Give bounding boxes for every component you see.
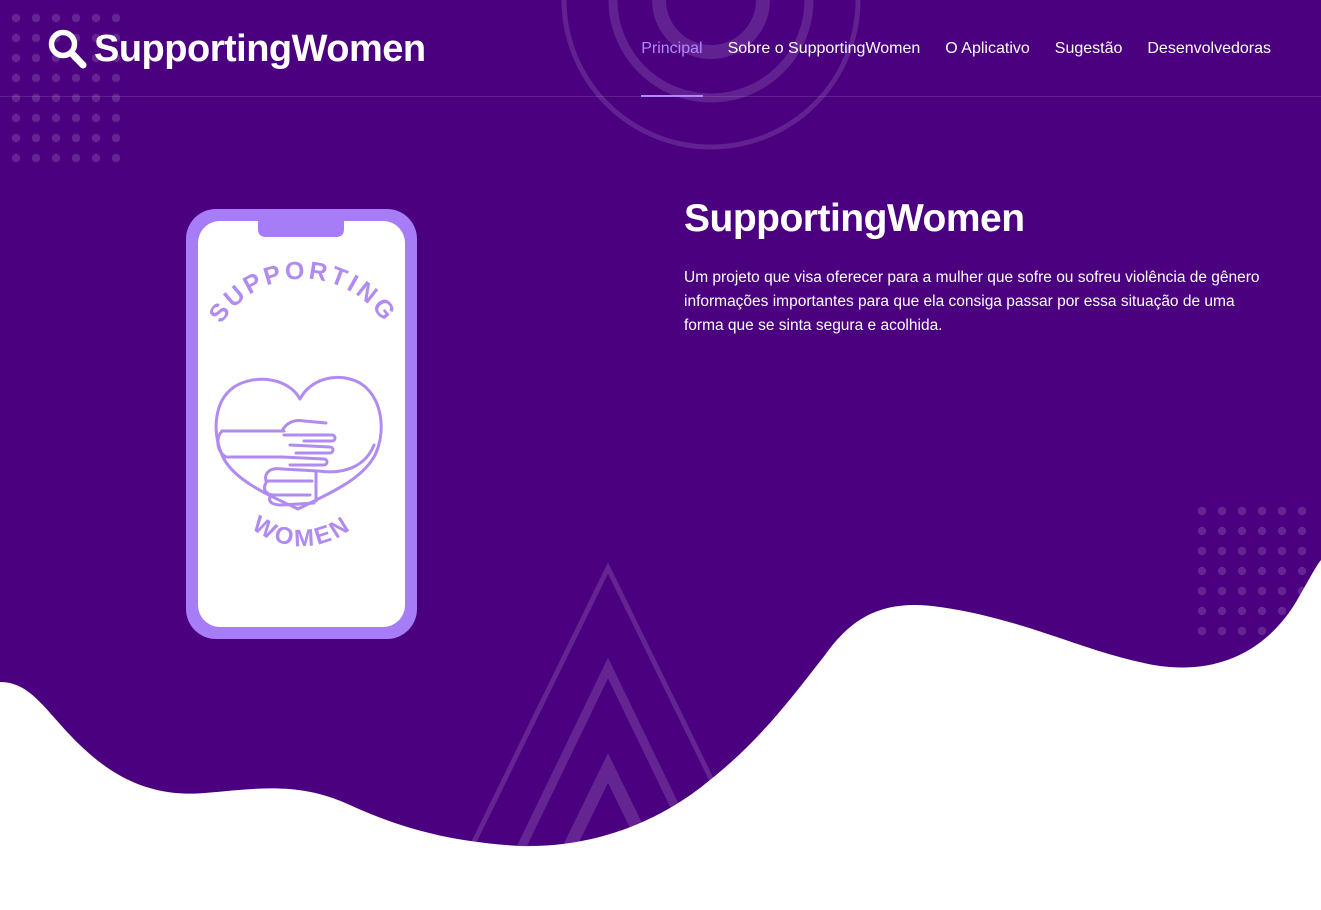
main-navigation: Principal Sobre o SupportingWomen O Apli…: [641, 0, 1271, 97]
decorative-dot: [71, 133, 81, 143]
decorative-dot: [1217, 526, 1227, 536]
decorative-dot: [31, 133, 41, 143]
decorative-dot: [1257, 526, 1267, 536]
decorative-dot: [1197, 586, 1207, 596]
brand-name: SupportingWomen: [94, 28, 426, 70]
nav-item-sobre[interactable]: Sobre o SupportingWomen: [728, 0, 921, 97]
decorative-dot: [1197, 626, 1207, 636]
decorative-dot: [1277, 586, 1287, 596]
decorative-dot: [1237, 566, 1247, 576]
decorative-dot: [1257, 566, 1267, 576]
decorative-dot: [11, 153, 21, 163]
decorative-dot: [51, 133, 61, 143]
decorative-dot: [1237, 546, 1247, 556]
hero-section: SupportingWomen Principal Sobre o Suppor…: [0, 0, 1321, 910]
decorative-dot: [91, 133, 101, 143]
nav-item-sugestao[interactable]: Sugestão: [1055, 0, 1123, 97]
decorative-dot: [1297, 566, 1307, 576]
decorative-dot: [11, 113, 21, 123]
hero-title: SupportingWomen: [684, 197, 1025, 240]
decorative-dot: [1197, 526, 1207, 536]
decorative-dot: [71, 113, 81, 123]
decorative-dot: [1197, 506, 1207, 516]
decorative-dot: [11, 133, 21, 143]
decorative-dot: [1297, 526, 1307, 536]
search-icon: [48, 29, 87, 69]
brand-logo-link[interactable]: SupportingWomen: [46, 26, 426, 72]
decorative-dot: [51, 153, 61, 163]
decorative-dot: [51, 113, 61, 123]
nav-item-principal[interactable]: Principal: [641, 0, 703, 97]
nav-item-aplicativo[interactable]: O Aplicativo: [945, 0, 1029, 97]
decorative-dot: [91, 153, 101, 163]
decorative-dot: [1277, 506, 1287, 516]
decorative-dot: [1217, 566, 1227, 576]
decorative-dot: [71, 153, 81, 163]
decorative-dot: [31, 153, 41, 163]
decorative-dot: [1297, 546, 1307, 556]
decorative-dot: [1237, 626, 1247, 636]
decorative-dot: [111, 113, 121, 123]
decorative-dot: [1297, 506, 1307, 516]
phone-notch: [258, 221, 344, 237]
decorative-dot: [1217, 586, 1227, 596]
decorative-dot: [31, 113, 41, 123]
decorative-dot: [1257, 506, 1267, 516]
decorative-dot: [1217, 626, 1227, 636]
decorative-dot: [1277, 566, 1287, 576]
decorative-dot: [1237, 586, 1247, 596]
decorative-dot: [1217, 506, 1227, 516]
decorative-dot: [91, 113, 101, 123]
decorative-dot: [1237, 606, 1247, 616]
decorative-dot: [1257, 606, 1267, 616]
decorative-dot: [1197, 546, 1207, 556]
phone-mockup: SUPPORTING WOMEN: [186, 209, 417, 639]
decorative-dot: [1217, 606, 1227, 616]
decorative-dot: [111, 153, 121, 163]
decorative-dot: [1197, 606, 1207, 616]
decorative-dot: [1277, 546, 1287, 556]
hero-description: Um projeto que visa oferecer para a mulh…: [684, 269, 1260, 334]
decorative-dot: [1237, 526, 1247, 536]
decorative-dot: [1257, 626, 1267, 636]
nav-item-desenvolvedoras[interactable]: Desenvolvedoras: [1147, 0, 1271, 97]
top-navigation-bar: SupportingWomen Principal Sobre o Suppor…: [0, 0, 1321, 97]
decorative-dot: [1217, 546, 1227, 556]
decorative-dot: [111, 133, 121, 143]
decorative-dot: [1257, 546, 1267, 556]
decorative-dot: [1277, 526, 1287, 536]
decorative-dot: [1257, 586, 1267, 596]
decorative-dot: [1197, 566, 1207, 576]
decorative-dot: [1237, 506, 1247, 516]
decorative-dot: [1277, 606, 1287, 616]
